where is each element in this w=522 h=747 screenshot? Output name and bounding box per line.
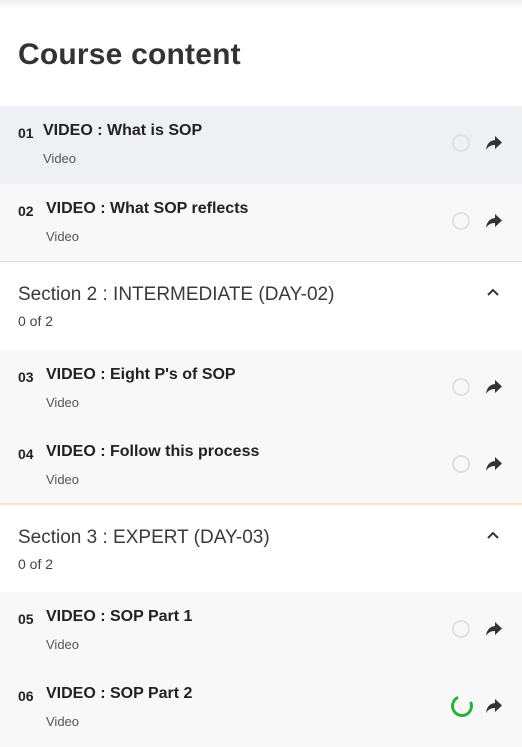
lesson-number: 01 [18,125,34,141]
share-arrow-icon[interactable] [485,213,503,229]
section-progress-count: 0 of 2 [18,313,54,329]
lesson-type: Video [43,151,77,166]
lesson-item[interactable]: 02 VIDEO : What SOP reflects Video [0,184,522,262]
section-header-3[interactable]: Section 3 : EXPERT (DAY-03) 0 of 2 [0,505,522,593]
lesson-item[interactable]: 06 VIDEO : SOP Part 2 Video [0,669,522,747]
page-title: Course content [18,38,241,71]
share-arrow-icon[interactable] [485,621,503,637]
lesson-title: VIDEO : Eight P's of SOP [46,366,236,383]
share-arrow-icon[interactable] [485,135,503,151]
lesson-number: 04 [18,446,34,462]
share-arrow-icon[interactable] [485,698,503,714]
status-circle-icon[interactable] [452,134,470,152]
section-title: Section 3 : EXPERT (DAY-03) [18,527,270,548]
lesson-type: Video [46,714,80,729]
lesson-title: VIDEO : SOP Part 1 [46,608,193,625]
status-circle-icon[interactable] [452,455,470,473]
status-circle-icon[interactable] [452,378,470,396]
lesson-number: 03 [18,369,34,385]
lesson-type: Video [46,395,80,410]
lesson-item[interactable]: 04 VIDEO : Follow this process Video [0,427,522,505]
top-shadow [0,0,522,8]
lesson-title: VIDEO : What is SOP [43,122,203,139]
status-circle-icon[interactable] [452,212,470,230]
share-arrow-icon[interactable] [485,379,503,395]
lesson-title: VIDEO : Follow this process [46,443,260,460]
lesson-item[interactable]: 05 VIDEO : SOP Part 1 Video [0,592,522,670]
section-progress-count: 0 of 2 [18,556,54,572]
lesson-type: Video [46,229,80,244]
lesson-title: VIDEO : SOP Part 2 [46,685,193,702]
lesson-item[interactable]: 03 VIDEO : Eight P's of SOP Video [0,350,522,428]
lesson-type: Video [46,637,80,652]
lesson-item[interactable]: 01 VIDEO : What is SOP Video [0,106,522,184]
lesson-number: 06 [18,688,34,704]
chevron-up-icon[interactable] [486,287,500,297]
section-header-2[interactable]: Section 2 : INTERMEDIATE (DAY-02) 0 of 2 [0,262,522,350]
share-arrow-icon[interactable] [485,456,503,472]
chevron-up-icon[interactable] [486,530,500,540]
section-title: Section 2 : INTERMEDIATE (DAY-02) [18,284,335,305]
status-circle-icon[interactable] [452,620,470,638]
lesson-type: Video [46,472,80,487]
progress-circle-icon[interactable] [447,691,477,721]
lesson-title: VIDEO : What SOP reflects [46,200,249,217]
lesson-number: 02 [18,203,34,219]
lesson-number: 05 [18,611,34,627]
